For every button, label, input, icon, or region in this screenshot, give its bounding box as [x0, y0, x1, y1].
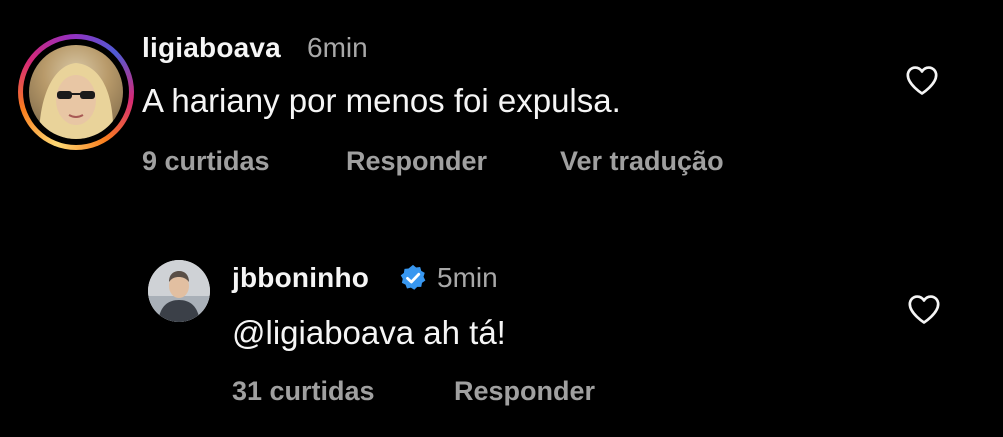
- reply-button[interactable]: Responder: [346, 146, 487, 177]
- comment-text: A hariany por menos foi expulsa.: [142, 82, 621, 119]
- avatar-photo: [39, 63, 114, 139]
- comment-time: 6min: [307, 32, 368, 63]
- verified-badge-icon: [400, 264, 426, 290]
- comments-screen: { "comments": [ { "username": "ligiaboav…: [0, 0, 1003, 437]
- comment-username[interactable]: jbboninho: [232, 262, 369, 294]
- avatar: [29, 45, 123, 139]
- likes-count[interactable]: 31 curtidas: [232, 376, 375, 407]
- reply-comment-item: jbboninho 5min @ligiaboava ah tá! 31 cur…: [0, 220, 1003, 437]
- story-ring[interactable]: [18, 34, 134, 150]
- likes-count[interactable]: 9 curtidas: [142, 146, 270, 177]
- comment-text: @ligiaboava ah tá!: [232, 314, 506, 351]
- comment-item: ligiaboava 6min A hariany por menos foi …: [0, 0, 1003, 220]
- avatar[interactable]: [148, 260, 210, 322]
- heart-icon[interactable]: [907, 293, 941, 325]
- reply-button[interactable]: Responder: [454, 376, 595, 407]
- heart-icon[interactable]: [905, 64, 939, 96]
- avatar-photo: [148, 260, 210, 322]
- translate-button[interactable]: Ver tradução: [560, 146, 724, 177]
- comment-username[interactable]: ligiaboava: [142, 32, 281, 64]
- comment-time: 5min: [437, 262, 498, 293]
